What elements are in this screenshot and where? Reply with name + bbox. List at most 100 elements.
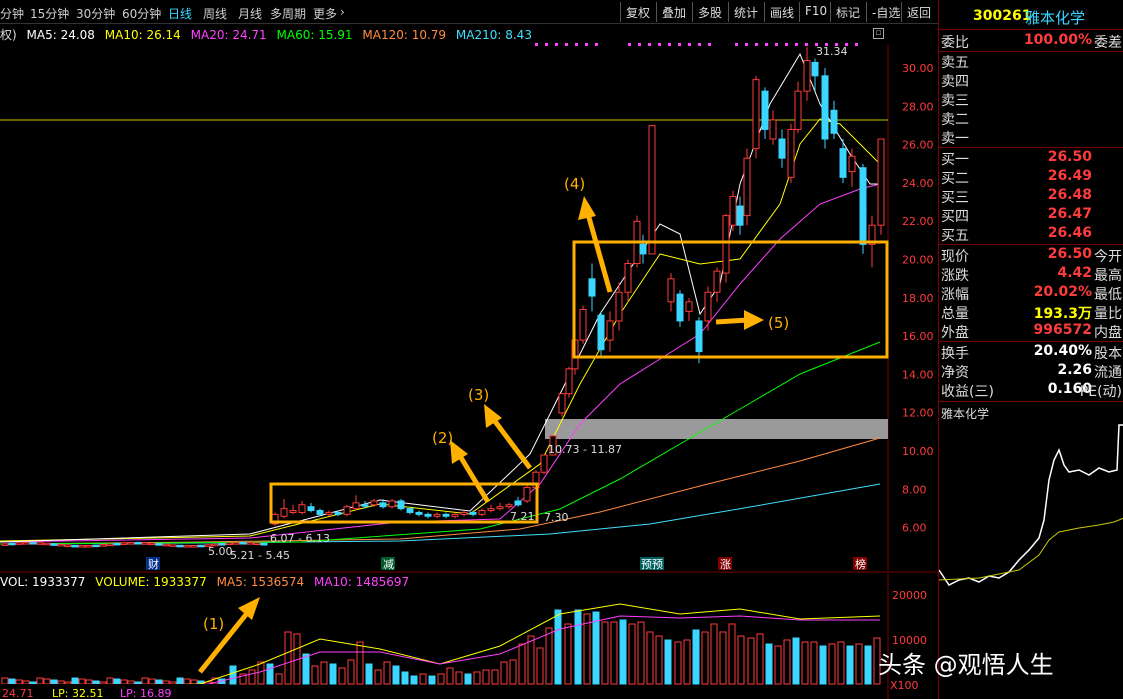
volume-bar (737, 635, 745, 685)
candle-body (232, 542, 240, 545)
price-tick: 14.00 (902, 368, 934, 381)
tab-daily[interactable]: 日线 (168, 5, 192, 22)
vol-footer-2: LP: 32.51 (52, 687, 103, 699)
candle-body (379, 502, 387, 508)
candle-body (648, 125, 656, 255)
candle-body (1, 543, 9, 546)
volume-bar (491, 669, 499, 685)
candle-body (478, 510, 486, 515)
volume-bar (765, 643, 773, 685)
candle-body (370, 500, 378, 506)
vol-unit: X100 (890, 679, 919, 692)
price-tick: 10.00 (902, 445, 934, 458)
volume-bar (774, 645, 782, 685)
tab-1min[interactable]: 分钟 (0, 5, 24, 22)
volume-bar (855, 643, 863, 685)
volume-bar (50, 679, 58, 685)
candle-body (155, 543, 163, 546)
volume-bar (846, 645, 854, 685)
candle-body (43, 542, 51, 546)
candles (1, 47, 885, 548)
kline-chart[interactable]: 30.00 28.00 26.00 24.00 22.00 20.00 18.00 16.00… (0, 24, 938, 699)
candle-body (148, 542, 156, 546)
candle-body (676, 293, 684, 322)
tab-30min[interactable]: 30分钟 (76, 5, 115, 22)
stat-row: 涨跌 4.42 最高 (941, 265, 1122, 284)
high-label: 31.34 (816, 45, 848, 58)
mark-button[interactable]: 标记 (830, 2, 865, 22)
tab-15min[interactable]: 15分钟 (30, 5, 69, 22)
stock-code: 300261 (973, 8, 1032, 24)
marker-1: (1) (203, 615, 224, 633)
weibi-row: 委比 100.00% 委差 (939, 32, 1123, 51)
volume-bars (1, 609, 881, 685)
volume-bar (22, 680, 30, 685)
event-tag-list[interactable]: 榜 (855, 557, 866, 571)
statistics-button[interactable]: 统计 (728, 2, 763, 22)
price-tick: 18.00 (902, 292, 934, 305)
tab-60min[interactable]: 60分钟 (122, 5, 161, 22)
draw-line-button[interactable]: 画线 (764, 2, 799, 22)
tab-monthly[interactable]: 月线 (238, 5, 262, 22)
candle-body (415, 511, 423, 515)
candle-body (190, 545, 198, 548)
candle-body (523, 487, 531, 502)
volume-bar (509, 659, 517, 685)
overlay-button[interactable]: 叠加 (656, 2, 691, 22)
volume-bar (183, 678, 191, 685)
volume-bar (728, 623, 736, 685)
restore-rights-button[interactable]: 复权 (620, 2, 655, 22)
marker-4: (4) (564, 175, 585, 193)
tab-multi-period[interactable]: 多周期 (270, 5, 306, 22)
low-label-1: 5.00 (208, 545, 233, 558)
low-label-4: 7.21 (510, 510, 535, 523)
volume-bar (392, 665, 400, 685)
back-button[interactable]: 返回 (901, 2, 936, 22)
volume-bar (554, 609, 562, 685)
volume-bar (57, 680, 65, 685)
candle-body (794, 90, 802, 130)
candle-body (722, 215, 730, 274)
price-tick: 26.00 (902, 139, 934, 152)
volume-bar (692, 629, 700, 685)
event-tag-forecast[interactable]: 预预 (641, 558, 663, 571)
add-watchlist-button[interactable]: -自选 (866, 2, 905, 22)
volume-bar (36, 677, 44, 685)
event-tag-reduce[interactable]: 减 (383, 558, 394, 571)
candle-body (761, 90, 769, 130)
intraday-mini-chart[interactable] (939, 420, 1123, 620)
volume-bar (601, 621, 609, 685)
low-label-2: 5.21 - 5.45 (230, 549, 290, 562)
candle-body (787, 128, 795, 178)
candle-body (505, 504, 513, 508)
sell-row: 卖四 (941, 74, 969, 90)
candle-body (307, 506, 315, 512)
price-tick: 30.00 (902, 62, 934, 75)
volume-legend: VOL: 1933377 VOLUME: 1933377 MA5: 153657… (0, 575, 409, 589)
volume-bar (374, 669, 382, 685)
candle-body (615, 291, 623, 322)
tab-weekly[interactable]: 周线 (203, 5, 227, 22)
candle-body (99, 544, 107, 547)
f10-button[interactable]: F10 (799, 2, 832, 22)
volume-bar (248, 669, 256, 685)
volume-bar (120, 679, 128, 685)
candle-body (29, 542, 37, 545)
multi-stock-button[interactable]: 多股 (692, 2, 727, 22)
candle-body (597, 314, 605, 351)
candle-body (50, 543, 58, 546)
price-tick: 12.00 (902, 407, 934, 420)
candle-body (289, 510, 297, 513)
volume-bar (113, 678, 121, 685)
event-tag-fin[interactable]: 财 (148, 557, 159, 571)
candle-body (280, 508, 288, 517)
event-tag-limit-up[interactable]: 涨 (720, 558, 731, 571)
candle-body (743, 157, 751, 217)
chart-settings-icon[interactable]: ▫ (873, 28, 884, 39)
sell-row: 卖三 (941, 93, 969, 109)
candle-body (839, 148, 847, 178)
volume-legend-value: VOLUME: 1933377 (95, 575, 207, 589)
volume-bar (141, 677, 149, 685)
tab-more[interactable]: 更多 (313, 5, 337, 22)
volume-bar (78, 678, 86, 685)
